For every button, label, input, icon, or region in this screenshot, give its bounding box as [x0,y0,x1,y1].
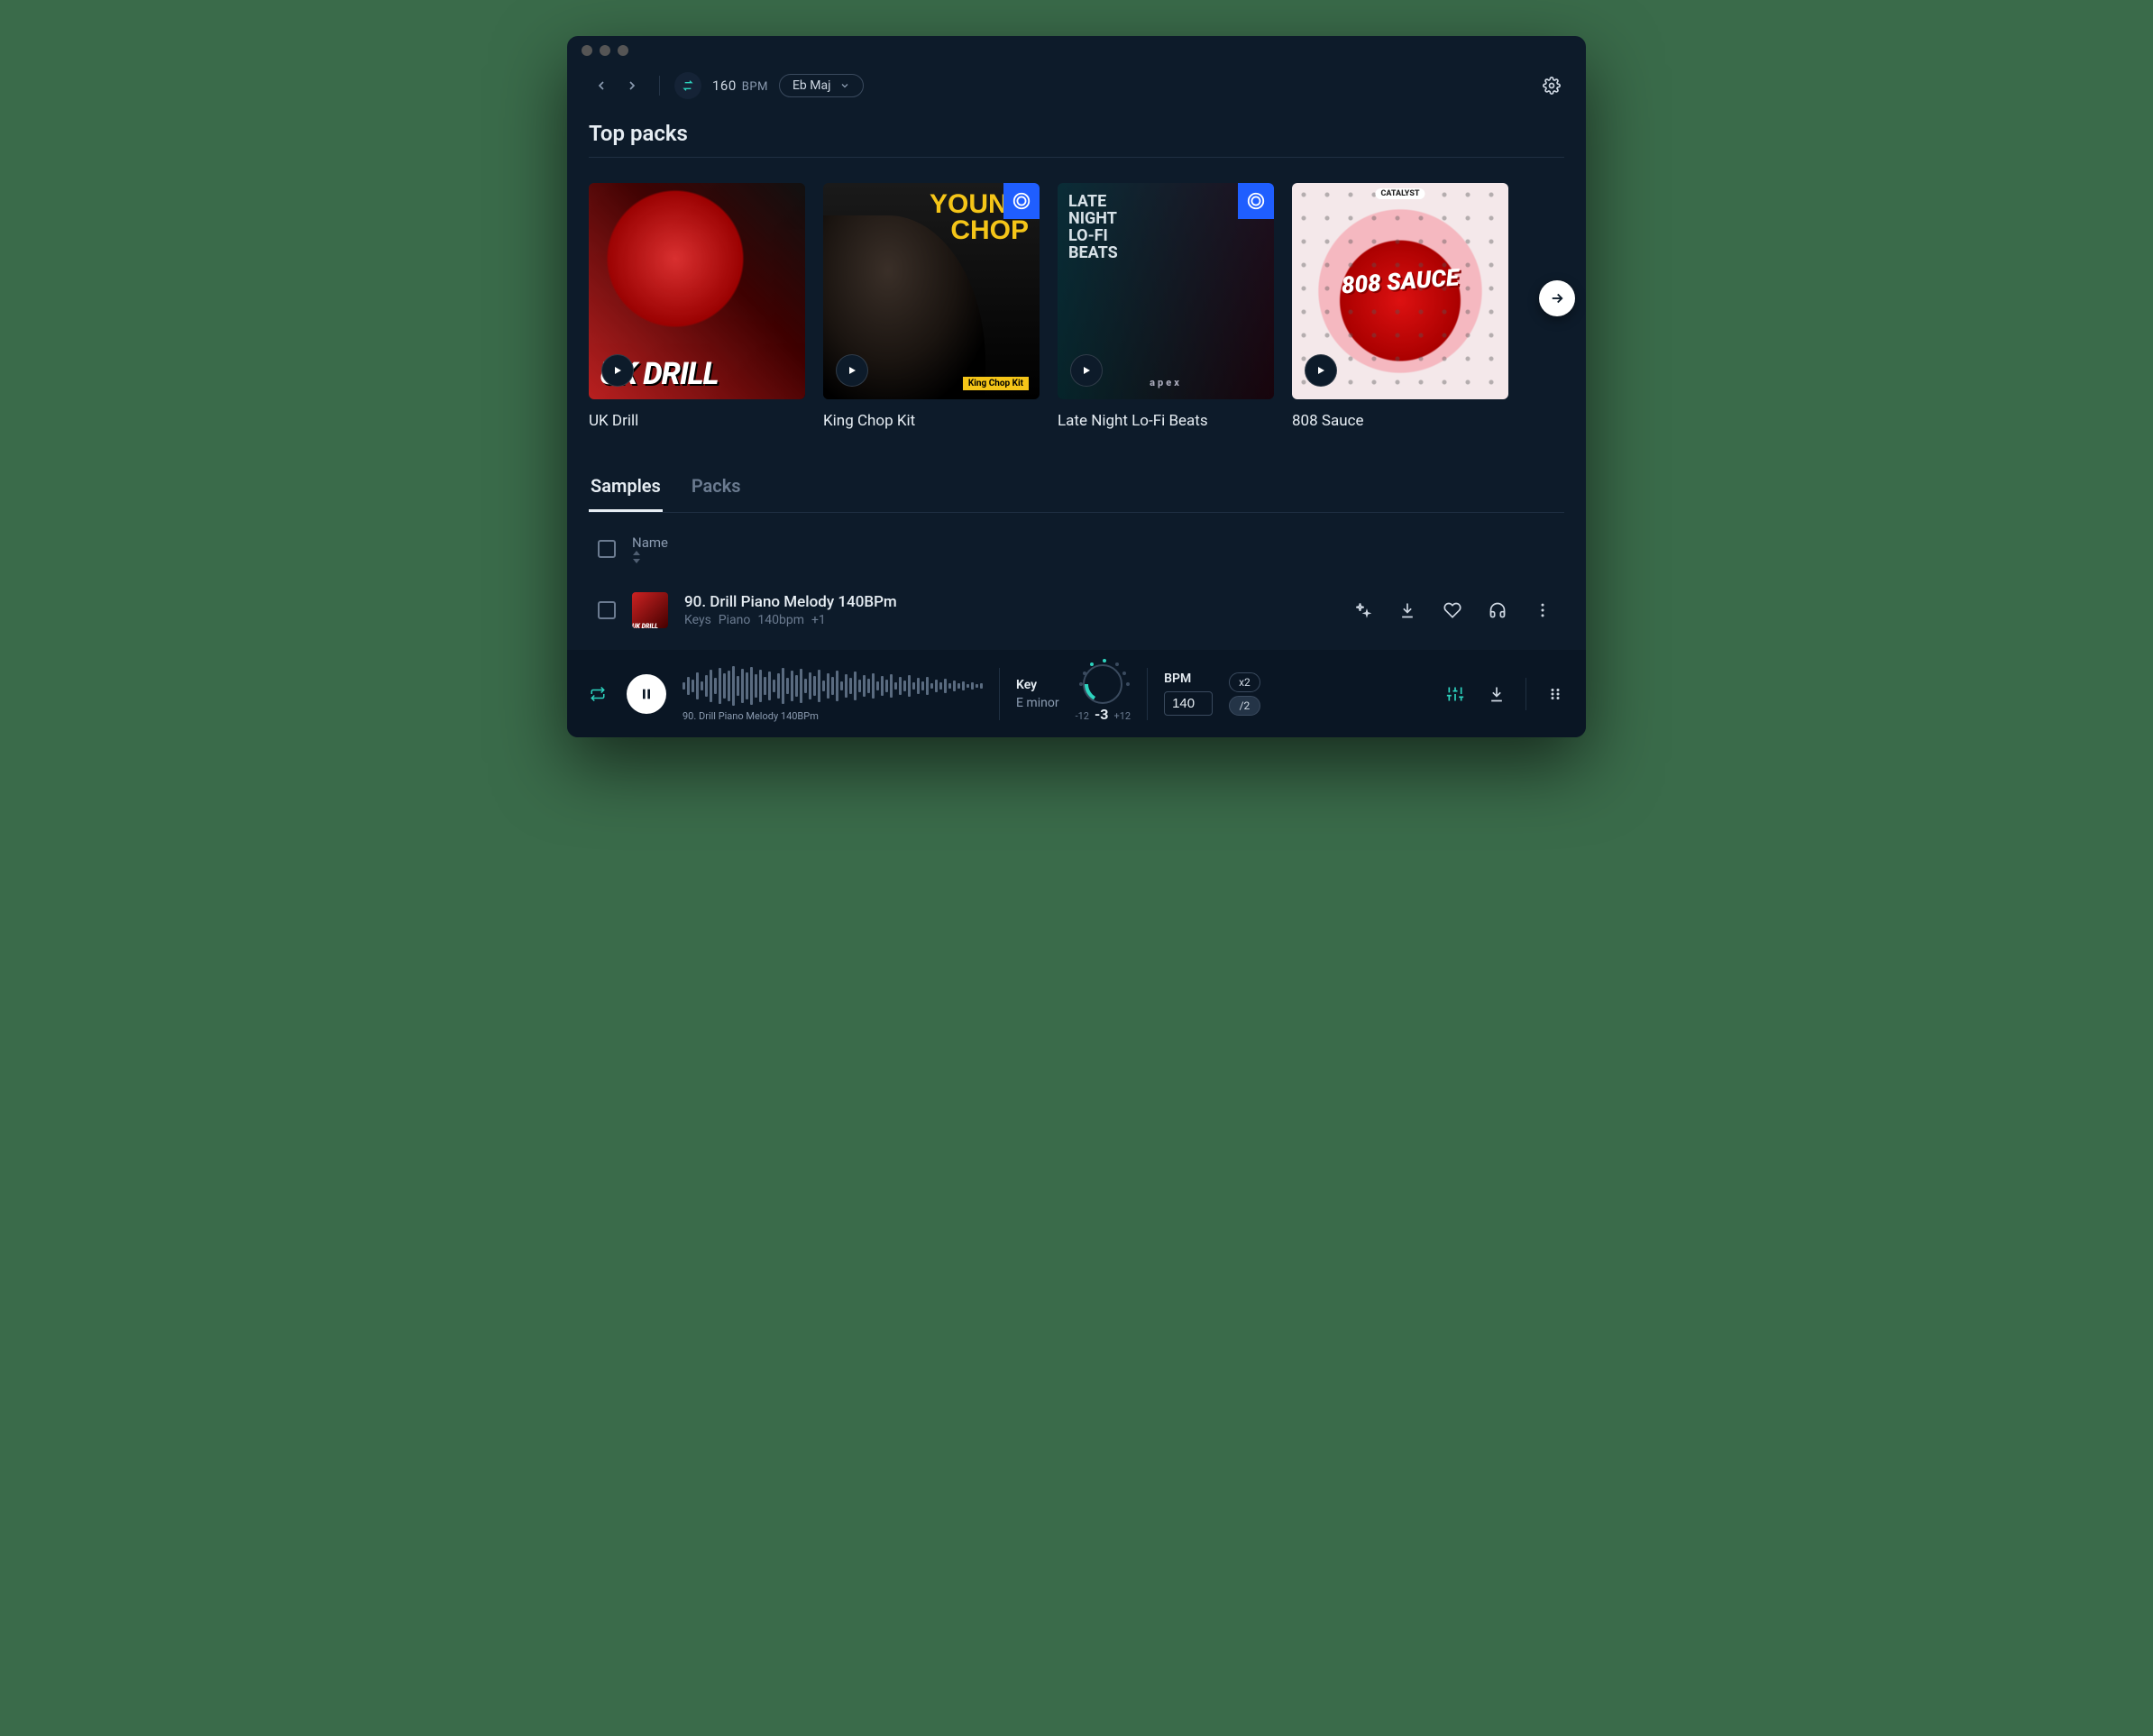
arrow-right-icon [1549,290,1565,306]
pitch-knob[interactable] [1083,664,1122,704]
player-download-button[interactable] [1484,681,1509,707]
sample-checkbox[interactable] [598,601,616,619]
pack-card[interactable]: LATENIGHTLO-FIBEATS apex Late Night Lo-F… [1058,183,1274,430]
sync-button[interactable] [674,72,701,99]
key-display: Key E minor [1016,678,1059,710]
player-bar: 90. Drill Piano Melody 140BPm Key E mino… [567,650,1586,737]
sample-tags: KeysPiano140bpm+1 [684,613,1333,627]
play-icon [612,365,623,376]
bpm-input[interactable] [1164,691,1213,716]
pack-play-button[interactable] [1305,354,1337,387]
content-tabs: Samples Packs [589,466,1564,513]
download-icon [1488,685,1506,703]
more-vertical-icon [1534,601,1552,619]
sample-thumbnail: UK DRILL [632,592,668,628]
nav-back-button[interactable] [589,73,614,98]
pack-artwork: YOUNGCHOP King Chop Kit [823,183,1040,399]
select-all-checkbox[interactable] [598,540,616,558]
sample-row[interactable]: UK DRILL 90. Drill Piano Melody 140BPm K… [589,580,1564,641]
window-close-icon[interactable] [582,45,592,56]
topbar: 160 BPM Eb Maj [567,65,1586,114]
tempo-half-button[interactable]: /2 [1229,696,1260,716]
pause-icon [639,687,654,701]
pack-play-button[interactable] [836,354,868,387]
pack-card[interactable]: UK DRILL UK Drill [589,183,805,430]
tempo-double-button[interactable]: x2 [1229,672,1260,692]
window-minimize-icon[interactable] [600,45,610,56]
drag-handle[interactable] [1543,681,1568,707]
pack-carousel: UK DRILL UK Drill YOUNGCHOP King Chop Ki… [589,183,1564,430]
divider [1525,678,1526,710]
settings-button[interactable] [1539,73,1564,98]
similar-sounds-button[interactable] [1350,598,1375,623]
play-icon [1081,365,1092,376]
project-bpm-display[interactable]: 160 BPM [712,78,768,94]
divider [1147,668,1148,720]
list-header: Name [589,513,1564,580]
now-playing-title: 90. Drill Piano Melody 140BPm [683,710,983,722]
key-label: Key [1016,678,1059,692]
pack-title: King Chop Kit [823,412,1040,430]
pack-artwork: LATENIGHTLO-FIBEATS apex [1058,183,1274,399]
grip-icon [1547,686,1563,702]
bpm-label: BPM [1164,672,1213,686]
pitch-max: +12 [1113,710,1131,722]
nav-forward-button[interactable] [619,73,645,98]
favorite-button[interactable] [1440,598,1465,623]
download-icon [1398,601,1416,619]
pack-artwork: CATALYST 808 SAUCE [1292,183,1508,399]
pack-play-button[interactable] [1070,354,1103,387]
app-window: 160 BPM Eb Maj Top packs UK DRILL UK Dri… [567,36,1586,737]
pack-play-button[interactable] [601,354,634,387]
key-value: E minor [1016,696,1059,710]
project-bpm-label: BPM [742,80,768,94]
play-icon [847,365,857,376]
chevron-down-icon [839,80,850,91]
preview-button[interactable] [1485,598,1510,623]
sliders-icon [1446,685,1464,703]
heart-icon [1443,601,1461,619]
loop-icon [590,686,606,702]
gear-icon [1543,77,1561,95]
window-titlebar [567,36,1586,65]
pack-artwork: UK DRILL [589,183,805,399]
headphones-icon [1489,601,1507,619]
waveform-display[interactable] [683,665,983,707]
pack-card[interactable]: YOUNGCHOP King Chop Kit King Chop Kit [823,183,1040,430]
filter-button[interactable] [1443,681,1468,707]
pitch-min: -12 [1076,710,1089,722]
divider [659,76,660,96]
pack-card[interactable]: CATALYST 808 SAUCE 808 Sauce [1292,183,1508,430]
pack-title: UK Drill [589,412,805,430]
window-zoom-icon[interactable] [618,45,628,56]
column-header-name[interactable]: Name [632,535,672,563]
section-title: Top packs [589,121,1564,146]
tab-packs[interactable]: Packs [690,466,743,512]
divider [999,668,1000,720]
play-pause-button[interactable] [627,674,666,714]
download-button[interactable] [1395,598,1420,623]
exclusive-badge-icon [1238,183,1274,219]
pack-title: Late Night Lo-Fi Beats [1058,412,1274,430]
sample-name: 90. Drill Piano Melody 140BPm [684,593,1333,611]
loop-button[interactable] [585,681,610,707]
pack-title: 808 Sauce [1292,412,1508,430]
more-options-button[interactable] [1530,598,1555,623]
project-bpm-value: 160 [712,78,737,94]
divider [589,157,1564,158]
exclusive-badge-icon [1003,183,1040,219]
project-key-value: Eb Maj [792,78,830,93]
tab-samples[interactable]: Samples [589,466,663,512]
pitch-value: -3 [1095,706,1108,723]
sparkle-icon [1353,601,1371,619]
carousel-next-button[interactable] [1539,280,1575,316]
play-icon [1315,365,1326,376]
project-key-selector[interactable]: Eb Maj [779,74,864,97]
sort-icon [632,551,672,563]
